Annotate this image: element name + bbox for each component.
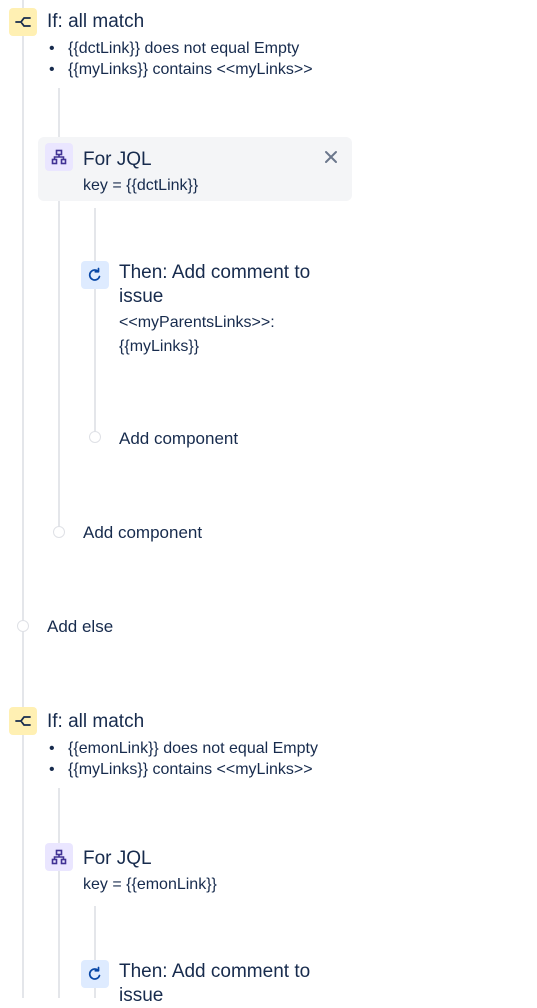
- then-action-title-cont[interactable]: issue: [119, 285, 163, 309]
- add-component-button[interactable]: Add component: [119, 428, 238, 450]
- hierarchy-icon: [51, 849, 67, 865]
- then-action-title[interactable]: Then: Add comment to: [119, 960, 310, 984]
- action-icon[interactable]: [81, 261, 109, 289]
- if-condition-title[interactable]: If: all match: [47, 710, 144, 734]
- add-component-button[interactable]: Add component: [83, 522, 202, 544]
- if-block-2-connector: [58, 788, 60, 998]
- action-icon[interactable]: [81, 960, 109, 988]
- then-action-title-cont[interactable]: issue: [119, 984, 163, 1008]
- for-jql-title[interactable]: For JQL: [83, 148, 152, 172]
- for-icon[interactable]: [45, 143, 73, 171]
- condition-item: {{emonLink}} does not equal Empty: [49, 738, 318, 759]
- timeline-dot: [17, 620, 29, 632]
- for-icon[interactable]: [45, 843, 73, 871]
- condition-item: {{myLinks}} contains <<myLinks>>: [49, 759, 313, 780]
- refresh-action-icon: [88, 966, 101, 980]
- condition-item: {{myLinks}} contains <<myLinks>>: [49, 59, 313, 80]
- for-jql-query: key = {{dctLink}}: [83, 177, 199, 194]
- add-else-button[interactable]: Add else: [47, 616, 113, 638]
- branch-condition-icon: [15, 716, 31, 726]
- for-jql-title[interactable]: For JQL: [83, 847, 152, 871]
- hierarchy-icon: [51, 149, 67, 165]
- close-icon[interactable]: [321, 147, 341, 167]
- then-action-title[interactable]: Then: Add comment to: [119, 261, 310, 285]
- condition-item: {{dctLink}} does not equal Empty: [49, 38, 299, 59]
- for-block-1-connector: [94, 208, 96, 436]
- for-jql-query: key = {{emonLink}}: [83, 876, 217, 893]
- main-timeline: [22, 0, 24, 998]
- condition-icon[interactable]: [9, 707, 37, 735]
- then-action-body: {{myLinks}}: [119, 338, 200, 355]
- branch-condition-icon: [15, 17, 31, 27]
- condition-icon[interactable]: [9, 8, 37, 36]
- timeline-dot: [53, 526, 65, 538]
- refresh-action-icon: [88, 267, 101, 281]
- then-action-body: <<myParentsLinks>>:: [119, 314, 275, 331]
- if-condition-title[interactable]: If: all match: [47, 10, 144, 34]
- timeline-dot: [89, 431, 101, 443]
